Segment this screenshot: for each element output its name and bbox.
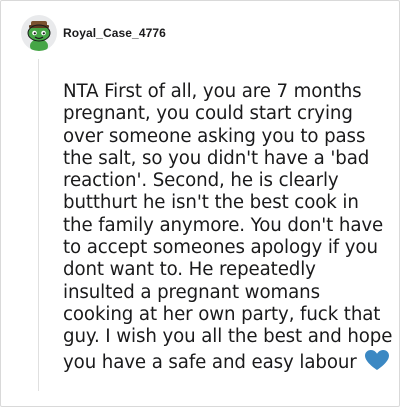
avatar[interactable] — [21, 15, 57, 51]
comment-author[interactable]: Royal_Case_4776 — [63, 26, 166, 40]
comment-text: NTA First of all, you are 7 months pregn… — [63, 81, 393, 373]
comment-header: Royal_Case_4776 — [21, 15, 166, 51]
blue-heart-icon — [365, 349, 390, 370]
reddit-snoo-avatar-icon — [27, 21, 51, 51]
comment-card: Royal_Case_4776 NTA First of all, you ar… — [0, 0, 400, 407]
comment-body: NTA First of all, you are 7 months pregn… — [63, 81, 393, 374]
thread-line[interactable] — [38, 59, 39, 391]
